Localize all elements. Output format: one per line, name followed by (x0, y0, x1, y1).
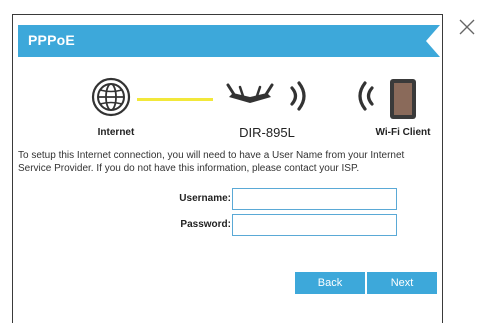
internet-label: Internet (97, 127, 135, 138)
close-icon[interactable] (458, 18, 476, 36)
wifi-signal-icon (358, 81, 374, 111)
next-button[interactable]: Next (367, 272, 437, 294)
password-row: Password: (13, 214, 442, 236)
wifi-signal-icon (290, 81, 306, 111)
device-model-label: DIR-895L (239, 125, 295, 140)
username-input[interactable] (232, 188, 397, 210)
username-row: Username: (13, 188, 442, 210)
dialog-header: PPPoE (18, 25, 440, 57)
wifi-client-label: Wi-Fi Client (375, 127, 431, 138)
username-label: Username: (179, 193, 231, 204)
internet-connection-line (137, 98, 213, 101)
router-icon (226, 83, 274, 103)
dialog-title: PPPoE (28, 32, 75, 48)
mobile-device-icon (390, 79, 416, 119)
globe-icon (91, 77, 131, 117)
instructions-text: To setup this Internet connection, you w… (18, 150, 405, 174)
header-banner-shape (18, 25, 440, 57)
password-input[interactable] (232, 214, 397, 236)
password-label: Password: (180, 219, 231, 230)
back-button[interactable]: Back (295, 272, 365, 294)
